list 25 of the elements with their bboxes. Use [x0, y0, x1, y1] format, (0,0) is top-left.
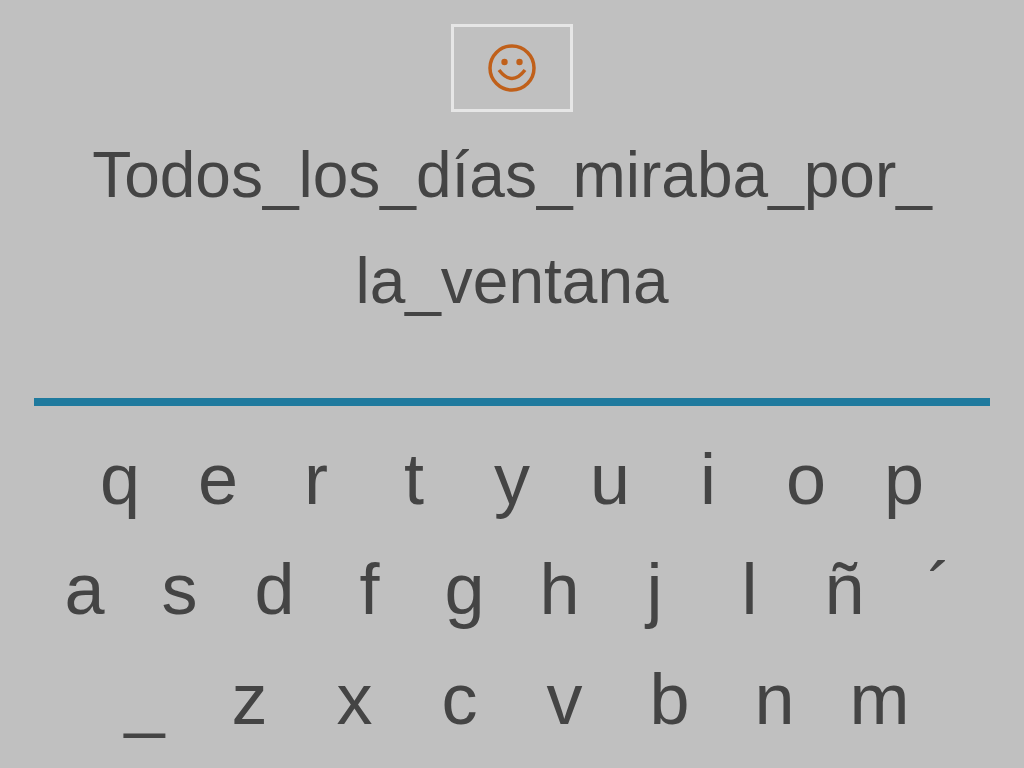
letter-key[interactable]: z	[197, 663, 302, 735]
letter-key[interactable]: m	[827, 663, 932, 735]
letter-key[interactable]: u	[561, 443, 659, 515]
letter-key[interactable]: b	[617, 663, 722, 735]
letter-key[interactable]: t	[365, 443, 463, 515]
letter-key[interactable]: f	[322, 553, 417, 625]
letter-key[interactable]: v	[512, 663, 617, 735]
letter-key[interactable]: h	[512, 553, 607, 625]
letter-key[interactable]: a	[37, 553, 132, 625]
phrase-text: la_ventana	[355, 244, 669, 319]
letter-key[interactable]: x	[302, 663, 407, 735]
hint-button[interactable]	[451, 24, 573, 112]
letter-key[interactable]: o	[757, 443, 855, 515]
letter-key[interactable]: l	[702, 553, 797, 625]
letter-key[interactable]: i	[659, 443, 757, 515]
letter-key[interactable]: ñ	[797, 553, 892, 625]
letter-key[interactable]: e	[169, 443, 267, 515]
letter-key[interactable]: s	[132, 553, 227, 625]
letter-key[interactable]: c	[407, 663, 512, 735]
letter-key[interactable]: d	[227, 553, 322, 625]
phrase-text: Todos_los_días_miraba_por_	[92, 138, 932, 213]
letter-key[interactable]: n	[722, 663, 827, 735]
letter-key[interactable]: ´	[892, 553, 987, 625]
smiley-icon	[487, 43, 537, 93]
letter-key[interactable]: r	[267, 443, 365, 515]
